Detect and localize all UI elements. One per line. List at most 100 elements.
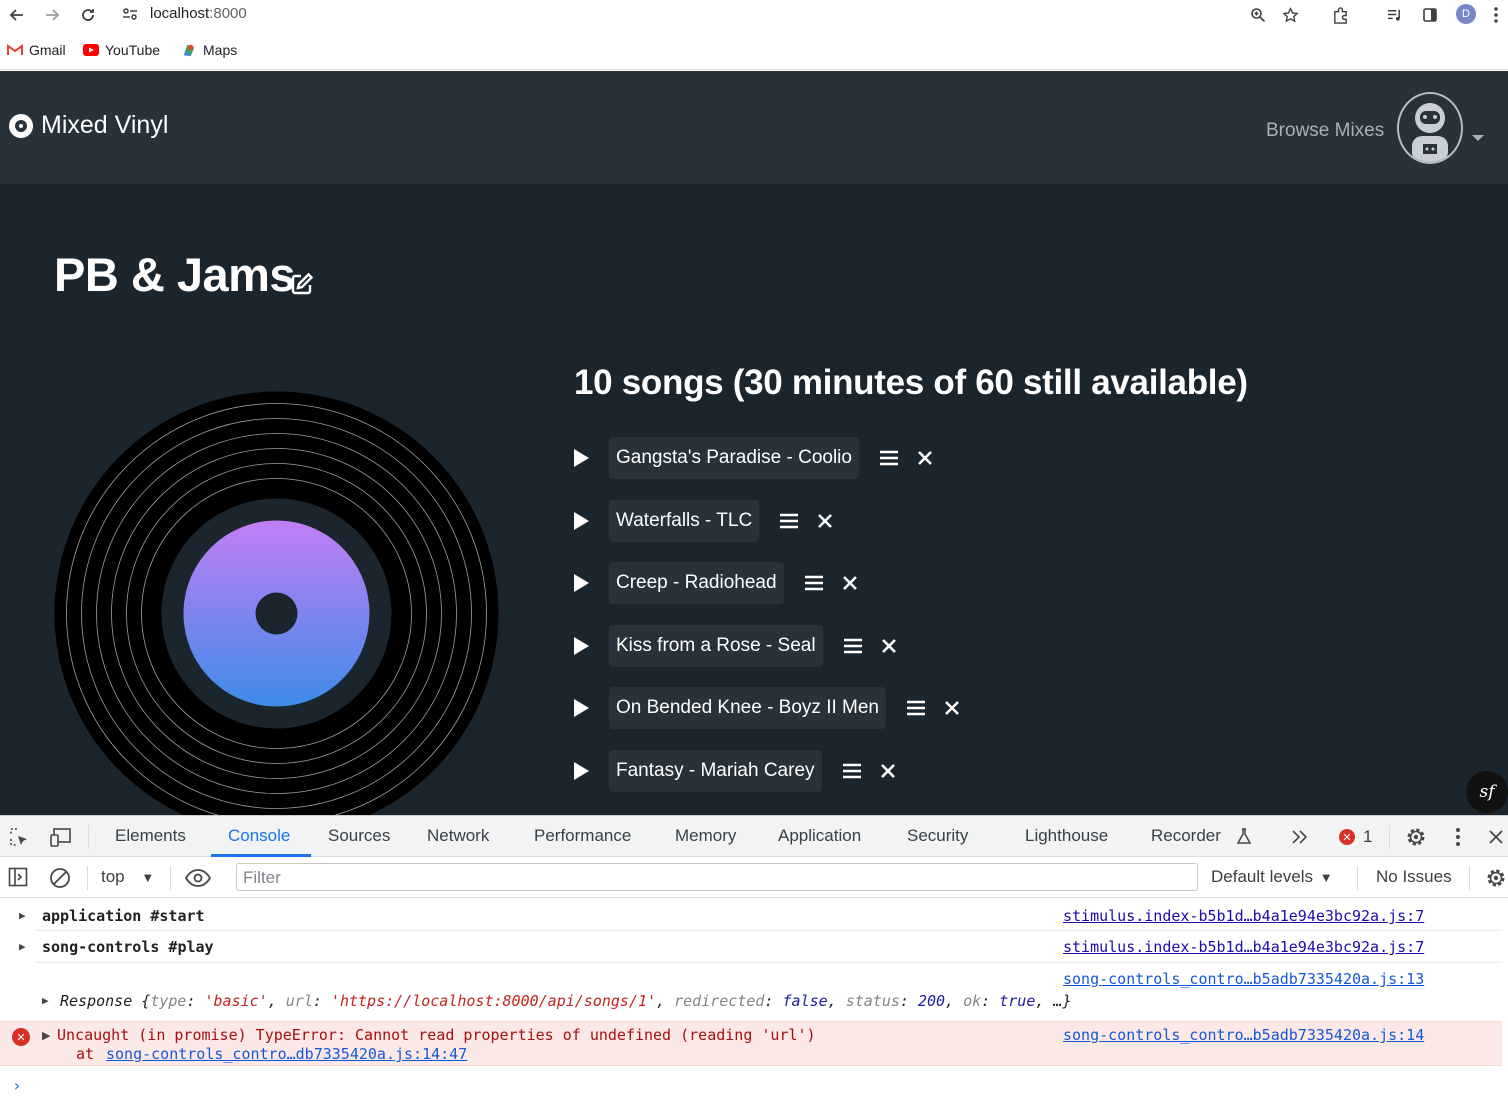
dropdown-arrow-icon: ▼ (1319, 870, 1333, 885)
edit-title-button[interactable] (290, 272, 314, 296)
block-icon (50, 868, 70, 888)
bookmark-youtube[interactable]: YouTube (83, 42, 160, 58)
reorder-handle[interactable] (906, 698, 926, 718)
user-menu-caret-icon[interactable] (1472, 135, 1484, 141)
inspect-element-button[interactable] (8, 826, 30, 848)
remove-song-button[interactable] (840, 573, 860, 593)
chevron-double-right-icon (1292, 830, 1308, 844)
device-icon (50, 828, 71, 847)
song-row: Waterfalls - TLC (568, 500, 835, 542)
row-divider (36, 930, 1502, 931)
tab-application[interactable]: Application (778, 826, 861, 846)
stack-trace-link[interactable]: song-controls_contro…db7335420a.js:14:47 (106, 1045, 467, 1063)
log-levels-dropdown[interactable]: Default levels ▼ (1211, 867, 1333, 887)
reorder-handle[interactable] (804, 573, 824, 593)
expand-triangle-icon[interactable]: ▶ (42, 1029, 50, 1042)
remove-song-button[interactable] (815, 511, 835, 531)
user-avatar[interactable] (1397, 92, 1463, 164)
message-text: application #start (42, 907, 205, 925)
tab-memory[interactable]: Memory (675, 826, 736, 846)
close-devtools-button[interactable] (1486, 827, 1506, 847)
issues-button[interactable]: No Issues (1376, 867, 1452, 887)
console-filter-input[interactable]: Filter (236, 863, 1198, 891)
devtools-menu-button[interactable] (1450, 827, 1466, 847)
reorder-handle[interactable] (779, 511, 799, 531)
clear-console-button[interactable] (48, 866, 72, 890)
song-row: Fantasy - Mariah Carey (568, 750, 898, 792)
remove-song-button[interactable] (879, 636, 899, 656)
more-tabs-button[interactable] (1290, 827, 1310, 847)
tab-performance[interactable]: Performance (534, 826, 631, 846)
play-button[interactable] (568, 445, 594, 471)
bookmark-label: Gmail (29, 42, 66, 58)
play-button[interactable] (568, 508, 594, 534)
tab-security[interactable]: Security (907, 826, 968, 846)
source-link[interactable]: stimulus.index-b5b1d…b4a1e94e3bc92a.js:7 (1063, 907, 1424, 925)
symfony-toolbar-toggle[interactable]: sf (1466, 771, 1508, 813)
play-button[interactable] (568, 758, 594, 784)
browser-menu-button[interactable] (1484, 3, 1508, 27)
tab-sources[interactable]: Sources (328, 826, 390, 846)
songs-heading: 10 songs (30 minutes of 60 still availab… (574, 363, 1248, 402)
reorder-handle[interactable] (879, 448, 899, 468)
console-settings-button[interactable] (1484, 866, 1508, 890)
sidebar-toggle-button[interactable] (7, 866, 29, 888)
console-prompt-icon[interactable]: › (12, 1076, 22, 1095)
zoom-button[interactable] (1246, 3, 1270, 27)
expand-triangle-icon[interactable]: ▶ (19, 909, 26, 922)
media-button[interactable] (1382, 3, 1406, 27)
side-panel-button[interactable] (1418, 3, 1442, 27)
flask-icon (1235, 827, 1253, 845)
settings-button[interactable] (1404, 825, 1428, 849)
active-tab-indicator (211, 854, 311, 857)
vinyl-record (54, 391, 499, 815)
source-link[interactable]: stimulus.index-b5b1d…b4a1e94e3bc92a.js:7 (1063, 938, 1424, 956)
error-message-row[interactable]: ✕ ▶ Uncaught (in promise) TypeError: Can… (0, 1021, 1502, 1066)
error-at-label: at (76, 1045, 95, 1063)
reorder-handle[interactable] (843, 636, 863, 656)
row-divider (36, 962, 1502, 963)
remove-song-button[interactable] (942, 698, 962, 718)
context-selector[interactable]: top ▼ (101, 867, 154, 887)
error-icon: ✕ (12, 1028, 30, 1046)
forward-button[interactable] (39, 2, 65, 28)
gear-icon (1407, 828, 1425, 846)
song-row: Kiss from a Rose - Seal (568, 625, 899, 667)
error-count-badge[interactable]: ✕ 1 (1339, 827, 1372, 847)
brand-link[interactable]: Mixed Vinyl (9, 111, 168, 140)
close-icon (1489, 830, 1503, 844)
separator (1469, 866, 1470, 890)
reorder-handle[interactable] (842, 761, 862, 781)
remove-song-button[interactable] (878, 761, 898, 781)
device-toolbar-button[interactable] (49, 826, 73, 848)
browse-mixes-link[interactable]: Browse Mixes (1266, 120, 1384, 142)
expand-triangle-icon[interactable]: ▶ (42, 994, 49, 1007)
bars-icon (842, 763, 861, 779)
source-link[interactable]: song-controls_contro…b5adb7335420a.js:14 (1063, 1026, 1424, 1044)
bookmark-gmail[interactable]: Gmail (7, 42, 66, 58)
source-link[interactable]: song-controls_contro…b5adb7335420a.js:13 (1063, 970, 1424, 988)
bookmark-maps[interactable]: Maps (181, 42, 237, 58)
play-button[interactable] (568, 570, 594, 596)
live-expression-button[interactable] (184, 867, 212, 889)
devtools-panel: Elements Console Sources Network Perform… (0, 815, 1508, 1112)
error-icon: ✕ (1339, 829, 1355, 845)
tab-recorder[interactable]: Recorder (1151, 826, 1221, 846)
tab-lighthouse[interactable]: Lighthouse (1025, 826, 1108, 846)
reload-button[interactable] (75, 2, 101, 28)
back-button[interactable] (4, 2, 30, 28)
zoom-icon (1251, 8, 1266, 23)
symfony-logo-icon: sf (1479, 782, 1495, 802)
remove-song-button[interactable] (915, 448, 935, 468)
tab-network[interactable]: Network (427, 826, 489, 846)
play-button[interactable] (568, 695, 594, 721)
song-title: Kiss from a Rose - Seal (609, 625, 823, 667)
tab-elements[interactable]: Elements (115, 826, 186, 846)
tab-console[interactable]: Console (228, 826, 290, 846)
address-bar[interactable]: localhost:8000 (112, 0, 1312, 28)
profile-avatar[interactable]: D (1456, 4, 1476, 24)
extensions-button[interactable] (1328, 3, 1352, 27)
expand-triangle-icon[interactable]: ▶ (19, 940, 26, 953)
bookmark-button[interactable] (1278, 3, 1302, 27)
play-button[interactable] (568, 633, 594, 659)
